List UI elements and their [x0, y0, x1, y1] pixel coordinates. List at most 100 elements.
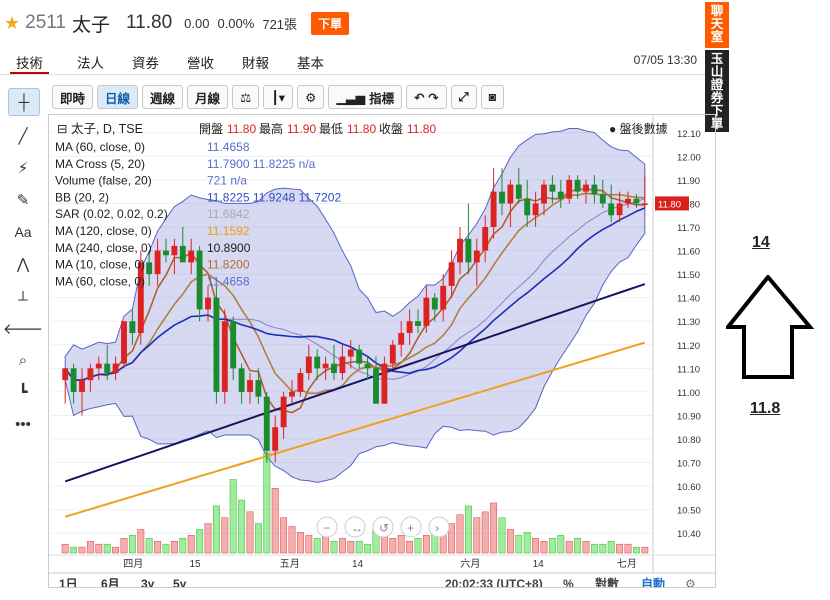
trendline-icon[interactable]: ╱ [6, 120, 40, 152]
stock-change: 0.00 [184, 15, 210, 31]
volume-bar [137, 529, 145, 554]
undo-redo[interactable]: ↶ ↷ [406, 85, 447, 109]
order-button[interactable]: 下單 [311, 11, 350, 35]
volume-bar [128, 535, 136, 554]
candle-body [221, 321, 228, 392]
range-6月: 6月 [101, 577, 120, 587]
price-tick: 11.20 [677, 341, 700, 352]
volume-bar [406, 540, 414, 554]
volume-bar [112, 546, 120, 554]
price-tick: 11.30 [677, 317, 700, 328]
undo-icon[interactable]: ↶ [414, 90, 424, 105]
camera-icon[interactable]: ◙ [480, 85, 505, 109]
legend-row-value: 11.8225 11.9248 11.7202 [207, 190, 341, 204]
tab-financials[interactable]: 財報 [242, 48, 269, 74]
volume-bar [380, 535, 388, 554]
candle-body [415, 321, 421, 326]
redo-icon[interactable]: ↷ [428, 90, 438, 105]
interval-monthly[interactable]: 月線 [187, 85, 229, 109]
chart-toolbar: 即時 日線 週線 月線 ⚖ ┃▾ ⚙ ▁▃▅ 指標 ↶ ↷ ⤢ ◙ [52, 85, 508, 109]
main-tabs: 技術 法人 資券 營收 財報 基本 07/05 13:30 [0, 48, 705, 75]
chart-type-icon[interactable]: ┃▾ [263, 85, 294, 109]
candle-body [347, 349, 354, 357]
time-tick: 六月 [460, 558, 480, 570]
tab-institutional[interactable]: 法人 [77, 48, 104, 74]
volume-bar [523, 532, 531, 554]
price-tick: 10.60 [677, 482, 701, 493]
price-tick: 11.40 [677, 294, 700, 305]
volume-bar [582, 540, 590, 554]
ruler-icon[interactable]: ┗ [6, 376, 40, 408]
volume-bar [246, 511, 254, 554]
candle-body [62, 368, 69, 381]
volume-bar [607, 540, 615, 554]
tab-margin[interactable]: 資券 [132, 48, 159, 74]
volume-bar [305, 535, 313, 554]
volume-bar [196, 529, 204, 554]
candle-body [297, 373, 304, 392]
chatroom-tag[interactable]: 聊天室 [705, 2, 729, 48]
candle-body [238, 368, 245, 392]
volume-bar [162, 543, 170, 554]
fib-icon[interactable]: ⚡ [6, 152, 40, 184]
volume-bar [61, 543, 69, 554]
candle-body [423, 297, 430, 326]
ohlc-label: 最低 [319, 122, 343, 136]
ohlc-value: 11.80 [347, 122, 376, 136]
volume-bar [414, 538, 422, 554]
pattern-icon[interactable]: ⋀ [6, 248, 40, 280]
interval-daily[interactable]: 日線 [97, 85, 139, 109]
volume-bar [170, 540, 178, 554]
volume-bar [95, 543, 103, 554]
fullscreen-icon[interactable]: ⤢ [450, 85, 477, 109]
ohlc-label: 開盤 [199, 122, 223, 136]
interval-weekly[interactable]: 週線 [142, 85, 184, 109]
candle-body [356, 349, 363, 364]
candle-body [305, 356, 312, 374]
indicators-label: 指標 [369, 91, 395, 106]
annotation-top: 14 [752, 234, 770, 251]
candle-body [179, 245, 186, 263]
price-tick: 11.50 [677, 270, 700, 281]
price-tick: 11.90 [677, 176, 700, 187]
candle-body [473, 250, 480, 263]
price-tick: 11.60 [677, 247, 700, 258]
stock-name: 太子 [72, 14, 111, 36]
candle-body [373, 368, 379, 404]
tab-revenue[interactable]: 營收 [187, 48, 214, 74]
zoom-icon[interactable]: ⌕ [6, 344, 40, 376]
brush-icon[interactable]: ✎ [6, 184, 40, 216]
legend-row-value: 11.8200 [207, 258, 250, 272]
price-chart[interactable]: 12.10 12.00 11.90 11.80 11.70 11.60 11.50 11.40… [48, 114, 716, 591]
legend-row-label: MA (60, close, 0) [55, 140, 145, 154]
legend-row-label: SAR (0.02, 0.02, 0.2) [55, 207, 168, 221]
indicators-button[interactable]: ▁▃▅ 指標 [328, 85, 403, 109]
favorite-star-icon[interactable]: ★ [4, 13, 20, 34]
volume-bar [271, 488, 279, 554]
log-toggle: 對數 [595, 576, 619, 587]
candle-body [625, 198, 631, 204]
candle-body [406, 321, 413, 333]
candle-body [457, 238, 463, 263]
volume-bar [238, 499, 246, 554]
settings-icon[interactable]: ⚙ [297, 85, 325, 109]
ohlc-label: 最高 [259, 121, 283, 136]
more-icon[interactable]: ••• [6, 408, 40, 440]
legend-row-label: MA (10, close, 0) [55, 258, 145, 272]
measure-icon[interactable]: ⟂ [6, 280, 40, 312]
candle-body [104, 363, 111, 374]
volume-bar [221, 517, 229, 554]
chart-svg[interactable]: 12.10 12.00 11.90 11.80 11.70 11.60 11.50 11.40… [49, 115, 715, 591]
interval-realtime[interactable]: 即時 [52, 85, 94, 109]
legend-row-label: BB (20, 2) [55, 190, 109, 204]
compare-icon[interactable]: ⚖ [232, 85, 260, 109]
arrow-left-icon[interactable]: 🡐 [3, 312, 43, 344]
tab-technical[interactable]: 技術 [10, 48, 49, 74]
text-icon[interactable]: Aa [6, 216, 40, 248]
candle-body [440, 285, 447, 310]
crosshair-icon[interactable]: ┼ [8, 88, 40, 116]
candle-body [121, 321, 127, 364]
volume-bar [422, 535, 430, 554]
tab-basic[interactable]: 基本 [297, 48, 324, 74]
stock-volume: 721張 [262, 16, 298, 32]
